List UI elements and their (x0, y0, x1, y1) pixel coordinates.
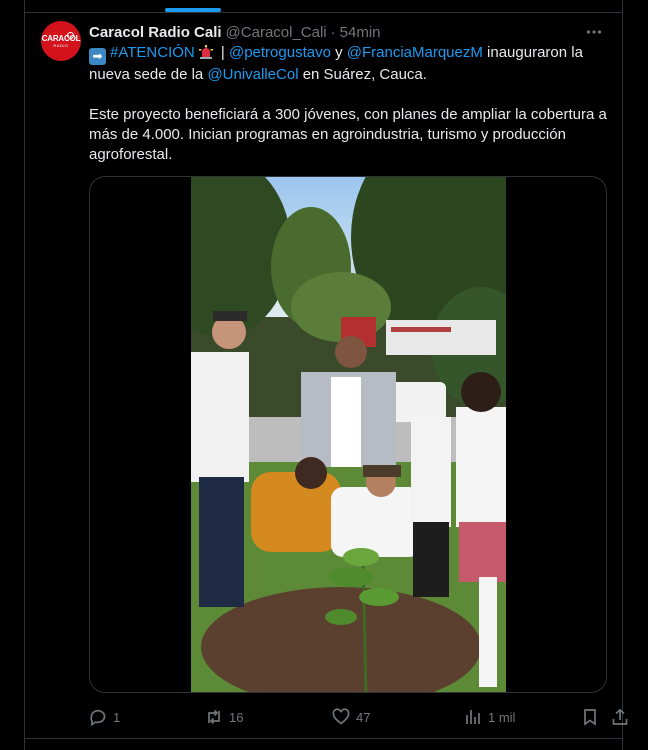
display-name[interactable]: Caracol Radio Cali (89, 24, 222, 41)
timestamp[interactable]: 54min (340, 24, 381, 41)
video-media[interactable] (89, 176, 607, 693)
mention-franciamarquezm[interactable]: @FranciaMarquezM (347, 44, 483, 61)
avatar[interactable]: CARACOL RADIO (41, 21, 81, 61)
hashtag-link[interactable]: #ATENCIÓN (110, 44, 195, 61)
timeline-column: CARACOL RADIO Caracol Radio Cali @Caraco… (24, 0, 628, 750)
right-arrow-icon: ➡ (89, 48, 106, 65)
reply-count: 1 (113, 709, 121, 725)
bookmark-button[interactable] (581, 705, 599, 729)
like-count: 47 (356, 709, 371, 725)
text-location: en Suárez, Cauca. (298, 66, 427, 83)
more-horizontal-icon[interactable] (582, 22, 606, 42)
tweet-actions: 1 16 47 1 mil (89, 705, 628, 729)
divider (25, 12, 622, 13)
share-icon (612, 708, 628, 725)
reply-icon (90, 709, 106, 726)
tweet-header: Caracol Radio Cali @Caracol_Cali · 54min (89, 22, 606, 42)
separator: · (330, 23, 336, 41)
views-chart-icon (466, 710, 480, 724)
repost-icon (208, 709, 220, 725)
siren-icon (198, 45, 213, 59)
avatar-logo-subtext: RADIO (53, 42, 69, 48)
views-button[interactable]: 1 mil (464, 705, 515, 729)
share-button[interactable] (611, 705, 629, 729)
divider (25, 738, 622, 739)
mention-petrogustavo[interactable]: @petrogustavo (229, 44, 331, 61)
reply-button[interactable]: 1 (89, 705, 120, 729)
text-paragraph-2: Este proyecto beneficiará a 300 jóvenes,… (89, 106, 607, 163)
user-handle[interactable]: @Caracol_Cali (226, 24, 327, 41)
tweet-text: ➡ #ATENCIÓN | @petrogustavo y @FranciaMar… (89, 43, 609, 165)
repost-count: 16 (229, 709, 244, 725)
heart-icon (332, 708, 350, 725)
avatar-logo-text: CARACOL (41, 33, 81, 43)
mention-univallecol[interactable]: @UnivalleCol (207, 66, 298, 83)
text-connector: y (330, 44, 347, 61)
video-frame[interactable] (191, 177, 506, 693)
repost-button[interactable]: 16 (205, 705, 243, 729)
logo-ring-icon (67, 32, 74, 39)
text-separator: | (216, 44, 229, 61)
bookmark-icon (584, 709, 596, 726)
like-button[interactable]: 47 (332, 705, 370, 729)
views-count: 1 mil (488, 709, 516, 725)
